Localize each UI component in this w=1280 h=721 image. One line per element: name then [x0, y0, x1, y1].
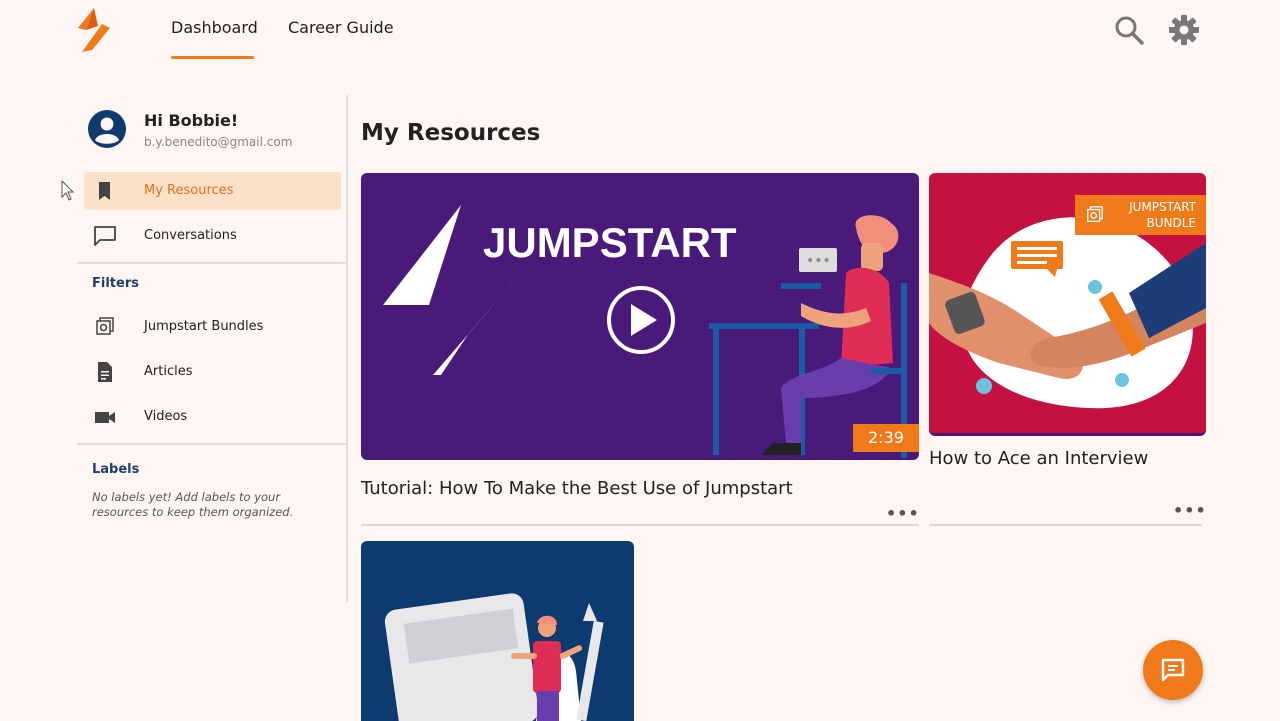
sidebar-item-conversations[interactable]: Conversations	[84, 217, 341, 255]
search-icon[interactable]	[1113, 14, 1145, 46]
jumpstart-logo[interactable]	[72, 6, 116, 54]
filter-jumpstart-bundles[interactable]: Jumpstart Bundles	[84, 308, 341, 346]
filter-label: Articles	[144, 364, 193, 379]
article-thumbnail[interactable]	[361, 541, 634, 721]
chat-support-button[interactable]	[1143, 640, 1203, 700]
svg-text:•••: •••	[806, 253, 831, 269]
avatar-icon[interactable]	[88, 110, 126, 148]
card-divider	[361, 524, 919, 526]
bundle-icon	[1087, 206, 1103, 223]
sidebar-item-label: Conversations	[144, 228, 237, 243]
sidebar-item-my-resources[interactable]: My Resources	[84, 172, 341, 210]
active-tab-indicator	[171, 56, 254, 59]
resource-card-interview[interactable]: JUMPSTART BUNDLE How to Ace an Interview…	[929, 173, 1206, 528]
more-options-button[interactable]: •••	[886, 504, 920, 523]
user-greeting: Hi Bobbie!	[144, 111, 239, 130]
filter-label: Jumpstart Bundles	[144, 319, 264, 334]
video-thumbnail[interactable]: JUMPSTART ••• 2:39	[361, 173, 919, 460]
card-title[interactable]: Tutorial: How To Make the Best Use of Ju…	[361, 478, 793, 499]
sidebar-item-label: My Resources	[144, 183, 234, 198]
chat-bubble-icon	[1161, 658, 1185, 682]
gear-icon[interactable]	[1168, 14, 1200, 46]
resource-card-article[interactable]	[361, 541, 634, 721]
more-options-button[interactable]: •••	[1173, 501, 1207, 520]
filter-label: Videos	[144, 409, 188, 424]
sidebar-divider	[77, 443, 347, 445]
labels-heading: Labels	[92, 462, 140, 477]
video-duration-badge: 2:39	[853, 424, 919, 452]
bundle-thumbnail[interactable]: JUMPSTART BUNDLE	[929, 173, 1206, 436]
sidebar: Hi Bobbie! b.y.benedito@gmail.com My Res…	[77, 95, 348, 602]
filters-heading: Filters	[92, 276, 139, 291]
chat-icon	[94, 226, 116, 246]
labels-empty-note: No labels yet! Add labels to your resour…	[92, 490, 294, 519]
tab-dashboard[interactable]: Dashboard	[171, 18, 258, 37]
bundle-badge: JUMPSTART BUNDLE	[1075, 195, 1206, 235]
notebook-illustration	[384, 593, 604, 721]
sidebar-divider	[77, 262, 347, 264]
document-icon	[98, 362, 112, 382]
mouse-cursor-icon	[61, 180, 75, 201]
card-title[interactable]: How to Ace an Interview	[929, 448, 1148, 469]
tab-career-guide[interactable]: Career Guide	[288, 18, 394, 37]
filter-articles[interactable]: Articles	[84, 353, 341, 391]
resource-card-tutorial[interactable]: JUMPSTART ••• 2:39 Tutorial: How To Make…	[361, 173, 919, 528]
bundle-icon	[96, 317, 114, 335]
video-icon	[95, 412, 115, 423]
user-email: b.y.benedito@gmail.com	[144, 135, 293, 149]
thumbnail-brand-text: JUMPSTART	[483, 219, 737, 266]
card-divider	[929, 524, 1202, 526]
bookmark-icon	[99, 182, 110, 200]
jumpstart-illustration: JUMPSTART •••	[383, 205, 907, 458]
page-title: My Resources	[361, 120, 541, 146]
filter-videos[interactable]: Videos	[84, 398, 341, 436]
